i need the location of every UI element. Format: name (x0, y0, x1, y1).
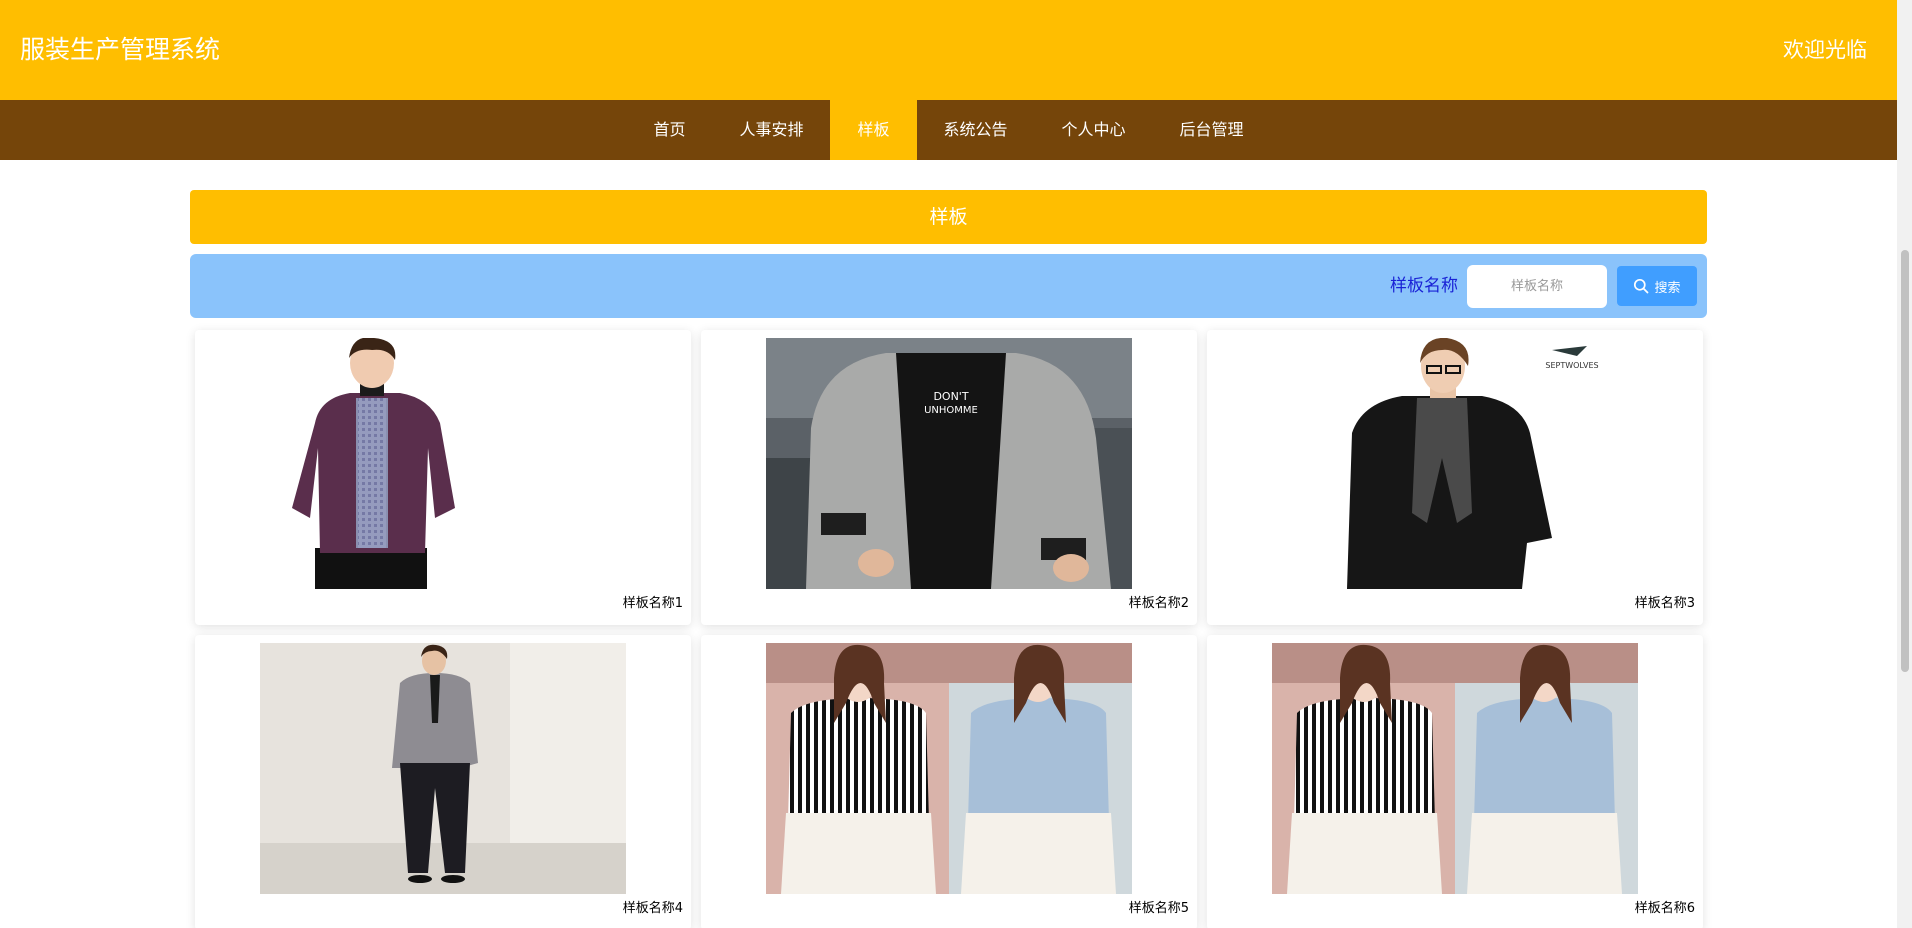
scrollbar-track[interactable] (1897, 0, 1912, 928)
nav-item-admin[interactable]: 后台管理 (1153, 100, 1271, 160)
search-label: 样板名称 (1390, 276, 1458, 296)
sample-image (260, 643, 626, 894)
header: 服装生产管理系统 欢迎光临 (0, 0, 1897, 100)
nav-item-home[interactable]: 首页 (626, 100, 712, 160)
nav-item-samples[interactable]: 样板 (830, 100, 917, 160)
sample-card[interactable]: 样板名称6 (1207, 635, 1703, 928)
search-button-label: 搜索 (1654, 280, 1681, 296)
nav-item-announcements[interactable]: 系统公告 (917, 100, 1035, 160)
sample-grid: 样板名称1 DON'T UNHOMME 样板名称2 SEPTWOLVES 样板名… (195, 330, 1703, 928)
svg-text:SEPTWOLVES: SEPTWOLVES (1545, 361, 1598, 370)
sample-image: SEPTWOLVES (1272, 338, 1638, 589)
search-input[interactable] (1467, 265, 1607, 308)
sample-card[interactable]: 样板名称5 (701, 635, 1197, 928)
sample-image (766, 643, 1132, 894)
search-bar: 样板名称 搜索 (190, 254, 1707, 318)
sample-name: 样板名称3 (1634, 596, 1695, 611)
sample-image: DON'T UNHOMME (766, 338, 1132, 589)
section-title-banner: 样板 (190, 190, 1707, 244)
sample-image (1272, 643, 1638, 894)
sample-card[interactable]: DON'T UNHOMME 样板名称2 (701, 330, 1197, 625)
sample-name: 样板名称4 (622, 901, 683, 916)
sample-name: 样板名称5 (1128, 901, 1189, 916)
main-nav: 首页 人事安排 样板 系统公告 个人中心 后台管理 (0, 100, 1897, 160)
svg-text:UNHOMME: UNHOMME (924, 405, 978, 416)
nav-item-personnel[interactable]: 人事安排 (712, 100, 830, 160)
svg-text:DON'T: DON'T (933, 390, 968, 403)
scrollbar-thumb[interactable] (1901, 250, 1909, 672)
sample-card[interactable]: SEPTWOLVES 样板名称3 (1207, 330, 1703, 625)
sample-name: 样板名称1 (622, 596, 683, 611)
sample-name: 样板名称6 (1634, 901, 1695, 916)
nav-item-personal-center[interactable]: 个人中心 (1035, 100, 1153, 160)
search-button[interactable]: 搜索 (1617, 266, 1697, 306)
welcome-text: 欢迎光临 (1783, 38, 1867, 62)
sample-name: 样板名称2 (1128, 596, 1189, 611)
sample-card[interactable]: 样板名称4 (195, 635, 691, 928)
sample-image (260, 338, 626, 589)
sample-card[interactable]: 样板名称1 (195, 330, 691, 625)
search-icon (1634, 278, 1649, 294)
site-title: 服装生产管理系统 (20, 35, 221, 64)
